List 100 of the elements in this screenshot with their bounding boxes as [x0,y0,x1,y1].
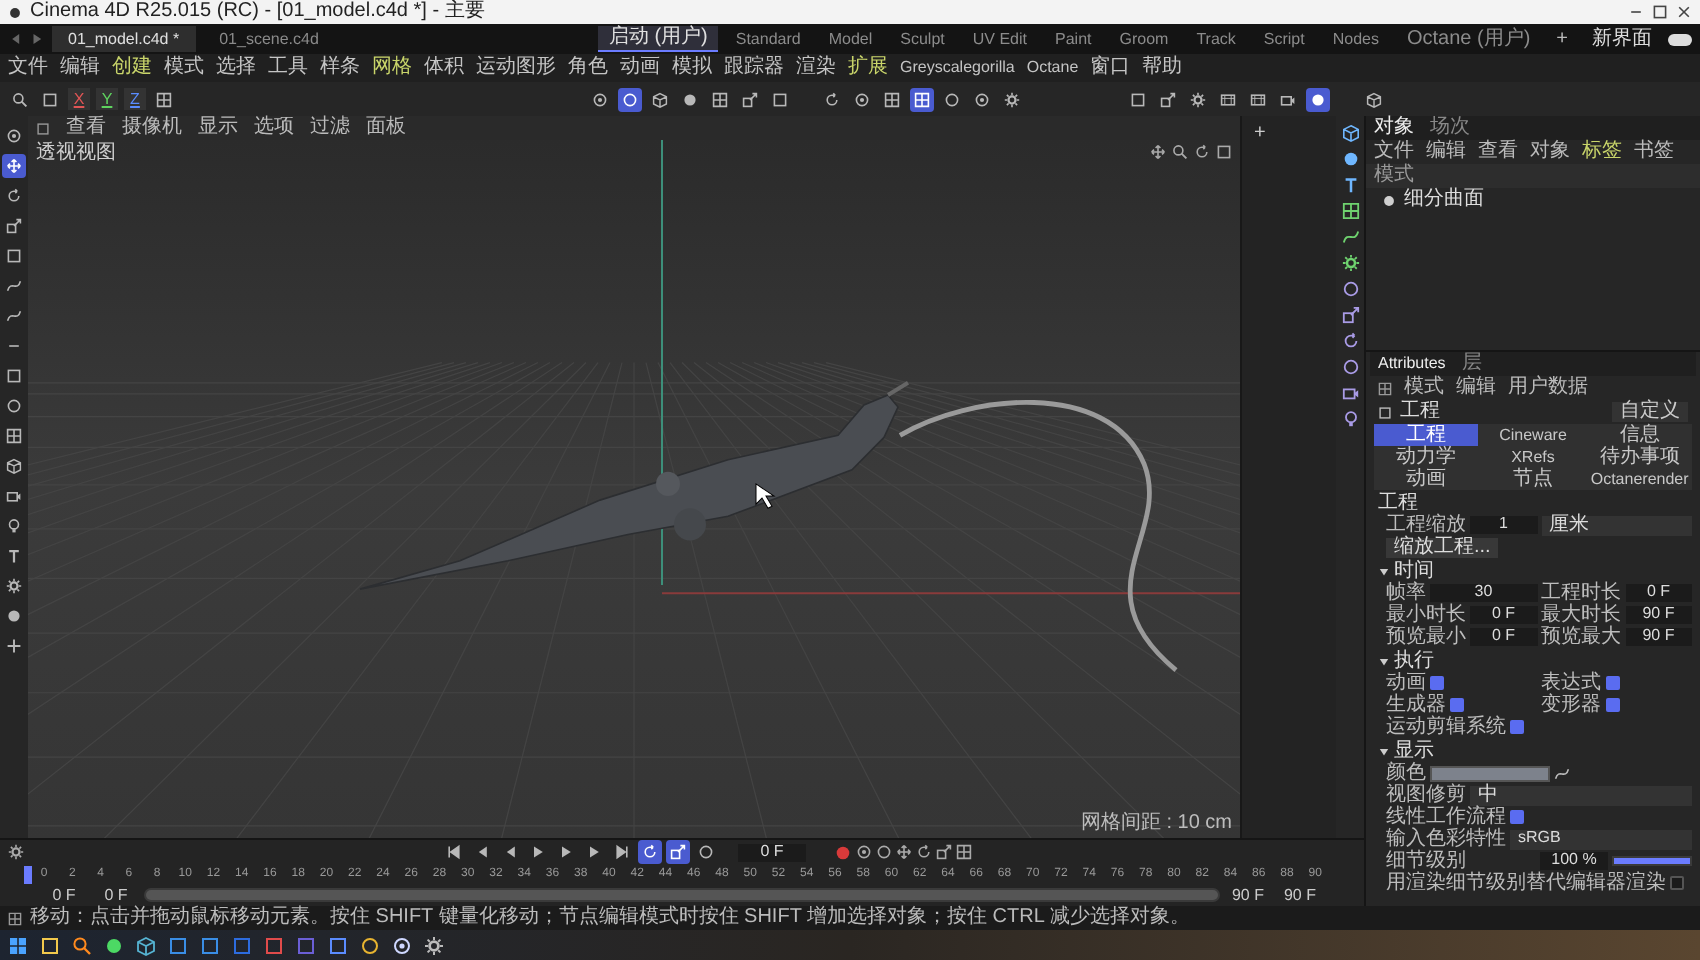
loop-button[interactable] [638,840,662,864]
page-tab[interactable]: 动力学 [1374,446,1479,468]
menu-item[interactable]: Greyscalegorilla [900,60,1015,76]
page-tab[interactable]: 动画 [1374,468,1479,490]
box-button[interactable] [2,364,26,388]
layout-tab[interactable]: Nodes [1322,26,1389,52]
dropdown[interactable]: 厘米 [1541,515,1692,535]
layout-tab[interactable]: Octane (用户) [1396,26,1541,52]
menu-item[interactable]: 编辑 [1456,378,1496,398]
record-icon[interactable] [834,843,852,861]
zoom-icon[interactable] [1172,144,1188,160]
grid-button[interactable] [152,87,176,111]
dropdown[interactable]: sRGB [1510,829,1692,849]
grid-icon[interactable] [956,844,972,860]
checkbox[interactable] [1430,676,1444,690]
close-icon[interactable] [1676,4,1692,20]
layout-tab[interactable]: Standard [725,26,811,52]
rotate-icon[interactable] [1194,144,1210,160]
page-tab[interactable]: Octanerender [1587,468,1692,490]
text-icon[interactable] [1341,176,1359,194]
menu-item[interactable]: 模式 [1404,378,1444,398]
scale-button[interactable] [2,214,26,238]
panel-tab[interactable]: 场次 [1430,118,1470,138]
page-tab[interactable]: 工程 [1374,424,1479,446]
settings-icon[interactable] [8,844,24,860]
menu-item[interactable]: 跟踪器 [724,58,784,78]
page-tab[interactable]: 信息 [1587,424,1692,446]
menu-item[interactable]: 面板 [366,118,406,138]
cube-icon[interactable] [1341,124,1359,142]
number-field[interactable]: 30 [1430,584,1537,602]
page-tab[interactable]: 节点 [1480,468,1586,490]
document-tab[interactable]: 01_model.c4d * [52,26,196,52]
menu-item[interactable]: 编辑 [60,58,100,78]
gear-button[interactable] [2,574,26,598]
select-button[interactable] [2,244,26,268]
menu-item[interactable]: 渲染 [796,58,836,78]
menu-item[interactable]: 创建 [112,58,152,78]
menu-item[interactable]: 模式 [164,58,204,78]
folder-icon[interactable] [40,935,60,955]
cube-button[interactable] [2,454,26,478]
panel-tab[interactable]: 层 [1461,354,1482,374]
app-icon[interactable] [424,935,444,955]
number-field[interactable]: 0 F [1625,584,1692,602]
plus-button[interactable] [2,634,26,658]
first-frame-button[interactable] [442,840,466,864]
viewport[interactable]: 透视视图 网格间距 : 10 cm [28,140,1240,838]
menu-item[interactable]: 模拟 [672,58,712,78]
menu-item[interactable]: 运动图形 [476,58,556,78]
object-name[interactable]: 细分曲面 [1404,190,1484,210]
number-field[interactable]: 0 F [1470,606,1537,624]
menu-item[interactable]: 过滤 [310,118,350,138]
ring-icon[interactable] [1341,280,1359,298]
redo-icon[interactable] [30,32,44,46]
checkbox[interactable] [1605,676,1619,690]
expanded-arrow-icon[interactable] [1378,565,1390,577]
menu-item[interactable]: 对象 [1530,142,1570,162]
cube-button[interactable] [1362,87,1386,111]
last-frame-button[interactable] [610,840,634,864]
checkbox[interactable] [1605,698,1619,712]
menu-item[interactable]: 编辑 [1426,142,1466,162]
number-field[interactable]: 90 F [1625,606,1692,624]
menu-item[interactable]: 选择 [216,58,256,78]
layout-tab[interactable]: Track [1186,26,1246,52]
layout-tab[interactable]: Model [818,26,883,52]
menu-item[interactable]: 样条 [320,58,360,78]
layout-tab[interactable]: Script [1253,26,1315,52]
menu-item[interactable]: 标签 [1582,142,1622,162]
page-tab[interactable]: XRefs [1480,446,1586,468]
menu-item[interactable]: 书签 [1634,142,1674,162]
number-field[interactable]: 1 [1470,516,1537,534]
gear-button[interactable] [1000,87,1024,111]
range-field[interactable]: 0 F [40,887,88,903]
number-field[interactable]: 0 F [1470,628,1537,646]
layout-icon[interactable] [36,121,50,135]
axis-lock-button[interactable]: Z [124,88,146,110]
range-field[interactable]: 90 F [1224,887,1272,903]
panel-tab[interactable]: Attributes [1378,356,1446,372]
range-field[interactable]: 90 F [1276,887,1324,903]
spline-icon[interactable] [1341,228,1359,246]
app-icon[interactable] [136,935,156,955]
search-button[interactable] [8,87,32,111]
scale-icon[interactable] [1341,306,1359,324]
playhead-marker[interactable] [24,865,32,883]
menu-item[interactable]: 动画 [620,58,660,78]
action-button[interactable]: 缩放工程... [1386,537,1499,557]
add-layout-button[interactable]: + [1548,29,1576,49]
menu-item[interactable]: 窗口 [1090,58,1131,78]
number-field[interactable]: 90 F [1625,628,1692,646]
number-field[interactable]: 100 % [1540,852,1608,870]
menu-item[interactable]: 工具 [268,58,308,78]
frame-field[interactable]: 0 F [738,843,806,861]
menu-item[interactable]: 选项 [254,118,294,138]
grid-button[interactable] [880,87,904,111]
preset-dropdown[interactable]: 自定义 [1612,402,1688,422]
menu-item[interactable]: 帮助 [1142,58,1183,78]
document-tab[interactable]: 01_scene.c4d [203,26,335,52]
layout-tab[interactable]: Paint [1045,26,1102,52]
menu-item[interactable]: 显示 [198,118,238,138]
expanded-arrow-icon[interactable] [1378,655,1390,667]
move-icon[interactable] [1150,144,1166,160]
